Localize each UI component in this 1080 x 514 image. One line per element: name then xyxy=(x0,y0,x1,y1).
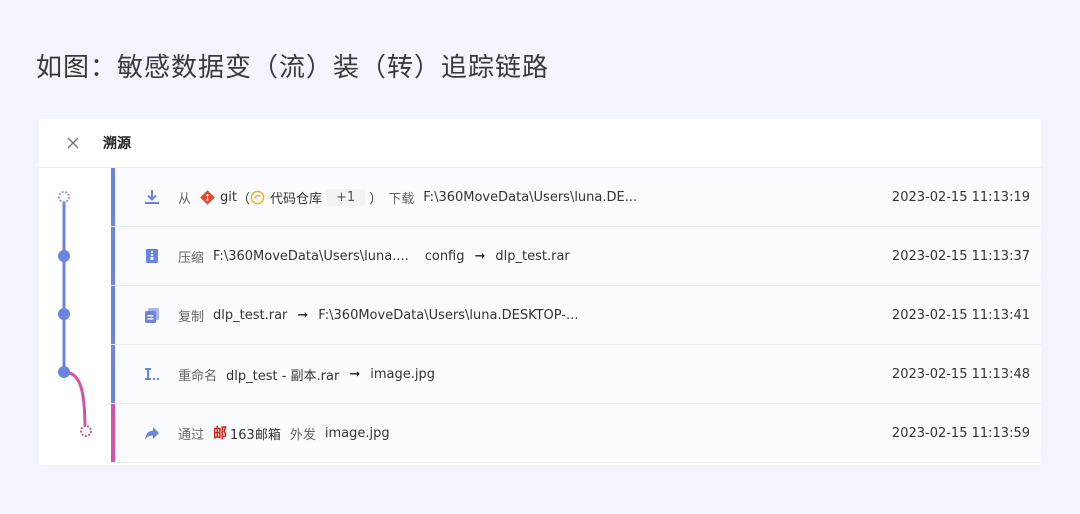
row-content: 重命名 dlp_test - 副本.rar ➞ image.jpg xyxy=(178,345,435,403)
copy-icon xyxy=(145,308,159,323)
source-file: dlp_test - 副本.rar xyxy=(226,368,340,384)
trace-panel: 溯源 从 git （ 代码仓库 +1 ） 下载 F:\360MoveData\U… xyxy=(39,119,1041,465)
file-path: F:\360MoveData\Users\luna.DE... xyxy=(423,189,638,205)
row-bar xyxy=(111,168,115,226)
timeline-node xyxy=(58,250,70,262)
row-action: 重命名 xyxy=(178,368,218,384)
row-action: 从 xyxy=(178,191,192,207)
panel-header: 溯源 xyxy=(39,119,1041,168)
source-app: git xyxy=(220,189,237,205)
row-verb: 外发 xyxy=(289,427,316,443)
source-path: F:\360MoveData\Users\luna.... xyxy=(213,248,409,264)
timeline-graph xyxy=(58,191,92,437)
close-icon xyxy=(67,137,79,149)
file-name: image.jpg xyxy=(324,425,390,441)
timeline-node xyxy=(58,366,70,378)
trace-row[interactable]: 重命名 dlp_test - 副本.rar ➞ image.jpg 2023-0… xyxy=(111,345,1041,404)
row-content: 复制 dlp_test.rar ➞ F:\360MoveData\Users\l… xyxy=(178,286,578,344)
source-file: dlp_test.rar xyxy=(213,307,288,323)
mail-163-icon: 邮 xyxy=(213,426,228,442)
compress-icon xyxy=(146,249,158,263)
arrow: ➞ xyxy=(297,307,309,323)
timeline-node-end xyxy=(80,425,92,437)
row-action: 压缩 xyxy=(178,250,205,266)
page-title: 如图：敏感数据变（流）装（转）追踪链路 xyxy=(36,53,550,83)
row-time: 2023-02-15 11:13:59 xyxy=(891,425,1030,441)
row-content: 从 git （ 代码仓库 +1 ） 下载 F:\360MoveData\User… xyxy=(178,168,637,226)
trace-row[interactable]: 压缩 F:\360MoveData\Users\luna.... config … xyxy=(111,227,1041,286)
timeline-node-start xyxy=(58,191,70,203)
repo-icon xyxy=(250,190,265,204)
timeline-branch xyxy=(63,370,87,431)
row-time: 2023-02-15 11:13:37 xyxy=(891,248,1030,264)
row-time: 2023-02-15 11:13:48 xyxy=(891,366,1030,382)
trace-row[interactable]: 从 git （ 代码仓库 +1 ） 下载 F:\360MoveData\User… xyxy=(111,168,1041,227)
row-content: 压缩 F:\360MoveData\Users\luna.... config … xyxy=(178,227,570,285)
row-time: 2023-02-15 11:13:41 xyxy=(891,307,1030,323)
arrow: ➞ xyxy=(474,248,486,264)
mail-app: 163邮箱 xyxy=(230,427,281,443)
target-path: F:\360MoveData\Users\luna.DESKTOP-... xyxy=(318,307,579,323)
paren-close: ） xyxy=(369,191,383,207)
row-verb: 下载 xyxy=(388,191,415,207)
row-bar xyxy=(111,286,115,344)
download-icon xyxy=(145,190,159,204)
paren-open: （ xyxy=(236,191,250,207)
repo-name: 代码仓库 xyxy=(270,191,323,207)
row-time: 2023-02-15 11:13:19 xyxy=(891,189,1030,205)
row-bar xyxy=(111,227,115,285)
rename-icon xyxy=(145,368,159,380)
target-file: image.jpg xyxy=(370,366,435,382)
timeline-node xyxy=(58,308,70,320)
target-file: dlp_test.rar xyxy=(495,248,570,264)
row-action: 复制 xyxy=(178,309,205,325)
more-tag[interactable]: +1 xyxy=(326,188,366,206)
trace-row[interactable]: 复制 dlp_test.rar ➞ F:\360MoveData\Users\l… xyxy=(111,286,1041,345)
row-bar xyxy=(111,345,115,403)
git-icon xyxy=(200,189,215,205)
source-folder: config xyxy=(424,248,465,264)
close-button[interactable] xyxy=(63,133,83,153)
panel-title: 溯源 xyxy=(103,136,131,152)
arrow: ➞ xyxy=(349,366,361,382)
row-content: 通过 邮 163邮箱 外发 image.jpg xyxy=(178,404,390,462)
trace-row[interactable]: 通过 邮 163邮箱 外发 image.jpg 2023-02-15 11:13… xyxy=(111,404,1041,463)
row-bar xyxy=(111,404,115,462)
row-action: 通过 xyxy=(178,427,205,443)
share-icon xyxy=(145,427,159,440)
